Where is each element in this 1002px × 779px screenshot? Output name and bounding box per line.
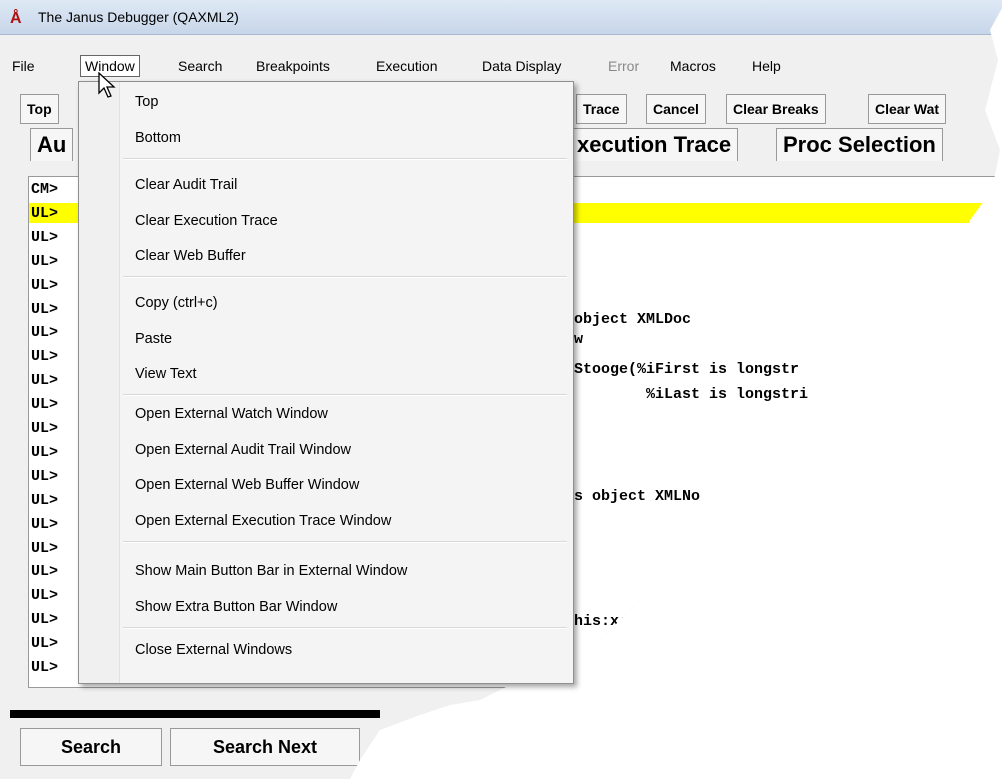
line-prefix: UL> bbox=[31, 420, 59, 437]
line-prefix: UL> bbox=[31, 276, 59, 294]
menu-item-bottom[interactable]: Bottom bbox=[135, 128, 181, 148]
menu-item-paste[interactable]: Paste bbox=[135, 329, 172, 349]
menu-item-show-main-button-bar-in-external-window[interactable]: Show Main Button Bar in External Window bbox=[135, 561, 407, 581]
menu-item-copy-ctrl-c[interactable]: Copy (ctrl+c) bbox=[135, 293, 218, 313]
line-prefix: UL> bbox=[31, 635, 59, 653]
line-prefix: UL> bbox=[31, 539, 59, 557]
line-prefix: UL> bbox=[31, 324, 59, 342]
line-prefix: UL> bbox=[31, 563, 59, 581]
line-prefix: UL> bbox=[31, 396, 59, 414]
tab-execution-trace[interactable]: xecution Trace bbox=[570, 128, 739, 161]
menu-item-open-external-audit-trail-window[interactable]: Open External Audit Trail Window bbox=[135, 440, 351, 460]
tab-audit-trail[interactable]: Au bbox=[30, 128, 74, 161]
line-prefix: UL> bbox=[31, 300, 59, 318]
menu-item-open-external-watch-window[interactable]: Open External Watch Window bbox=[135, 404, 328, 424]
menu-item-view-text[interactable]: View Text bbox=[135, 364, 197, 384]
line-prefix: UL> bbox=[31, 372, 59, 390]
menu-item-top[interactable]: Top bbox=[135, 92, 158, 112]
menu-item-close-external-windows[interactable]: Close External Windows bbox=[135, 640, 292, 660]
janus-bug-icon: Å bbox=[10, 10, 22, 27]
title-bar: Å The Janus Debugger (QAXML2) bbox=[0, 0, 1002, 35]
mouse-cursor-icon bbox=[98, 72, 116, 98]
line-prefix: UL> bbox=[31, 515, 59, 533]
menu-separator bbox=[123, 626, 567, 629]
line-prefix: UL> bbox=[31, 491, 59, 509]
clear-breaks-button[interactable]: Clear Breaks bbox=[726, 94, 826, 124]
line-prefix: UL> bbox=[31, 252, 59, 270]
search-next-button[interactable]: Search Next bbox=[170, 728, 360, 766]
window-menu-dropdown: Top Bottom Clear Audit Trail Clear Executio… bbox=[78, 81, 574, 684]
tab-proc-selection[interactable]: Proc Selection bbox=[776, 128, 943, 161]
menu-item-open-external-execution-trace-window[interactable]: Open External Execution Trace Window bbox=[135, 511, 391, 531]
line-prefix: UL> bbox=[31, 587, 59, 605]
menu-search[interactable]: Search bbox=[174, 55, 226, 77]
status-strip bbox=[10, 710, 380, 718]
menu-data-display[interactable]: Data Display bbox=[478, 55, 565, 77]
menu-item-clear-execution-trace[interactable]: Clear Execution Trace bbox=[135, 211, 278, 231]
menu-breakpoints[interactable]: Breakpoints bbox=[252, 55, 334, 77]
line-prefix: UL> bbox=[31, 348, 59, 366]
code-line: %iLast is longstri bbox=[574, 386, 809, 403]
line-prefix: CM> bbox=[31, 181, 59, 198]
line-prefix: UL> bbox=[31, 204, 59, 223]
clear-watch-button[interactable]: Clear Wat bbox=[868, 94, 947, 124]
menu-item-clear-web-buffer[interactable]: Clear Web Buffer bbox=[135, 246, 246, 266]
top-button[interactable]: Top bbox=[20, 94, 59, 124]
menu-item-clear-audit-trail[interactable]: Clear Audit Trail bbox=[135, 175, 237, 195]
line-prefix: UL> bbox=[31, 467, 59, 485]
menu-separator bbox=[123, 276, 567, 278]
code-line: object XMLDoc bbox=[574, 311, 692, 328]
menu-separator bbox=[123, 157, 567, 160]
search-button[interactable]: Search bbox=[20, 728, 162, 766]
line-prefix: UL> bbox=[31, 611, 59, 629]
line-prefix: UL> bbox=[31, 659, 59, 676]
line-prefix: UL> bbox=[31, 228, 59, 246]
menu-error[interactable]: Error bbox=[604, 55, 643, 77]
menu-item-show-extra-button-bar-window[interactable]: Show Extra Button Bar Window bbox=[135, 597, 337, 617]
menu-separator bbox=[123, 394, 567, 396]
menu-execution[interactable]: Execution bbox=[372, 55, 441, 77]
menu-separator bbox=[123, 540, 567, 543]
menu-macros[interactable]: Macros bbox=[666, 55, 720, 77]
line-prefix: UL> bbox=[31, 443, 59, 461]
code-line: w bbox=[574, 331, 584, 348]
trace-button[interactable]: Trace bbox=[576, 94, 627, 124]
code-line: s object XMLNo bbox=[574, 488, 701, 505]
window-title: The Janus Debugger (QAXML2) bbox=[38, 9, 239, 25]
code-line: his:x:addE bbox=[574, 613, 665, 630]
menu-bar: File Window Search Breakpoints Execution… bbox=[0, 55, 1002, 79]
code-line: Stooge(%iFirst is longstr bbox=[574, 361, 800, 378]
cancel-button[interactable]: Cancel bbox=[646, 94, 706, 124]
menu-icon-gutter bbox=[79, 82, 120, 683]
menu-item-open-external-web-buffer-window[interactable]: Open External Web Buffer Window bbox=[135, 475, 359, 495]
menu-file[interactable]: File bbox=[8, 55, 39, 77]
menu-help[interactable]: Help bbox=[748, 55, 785, 77]
